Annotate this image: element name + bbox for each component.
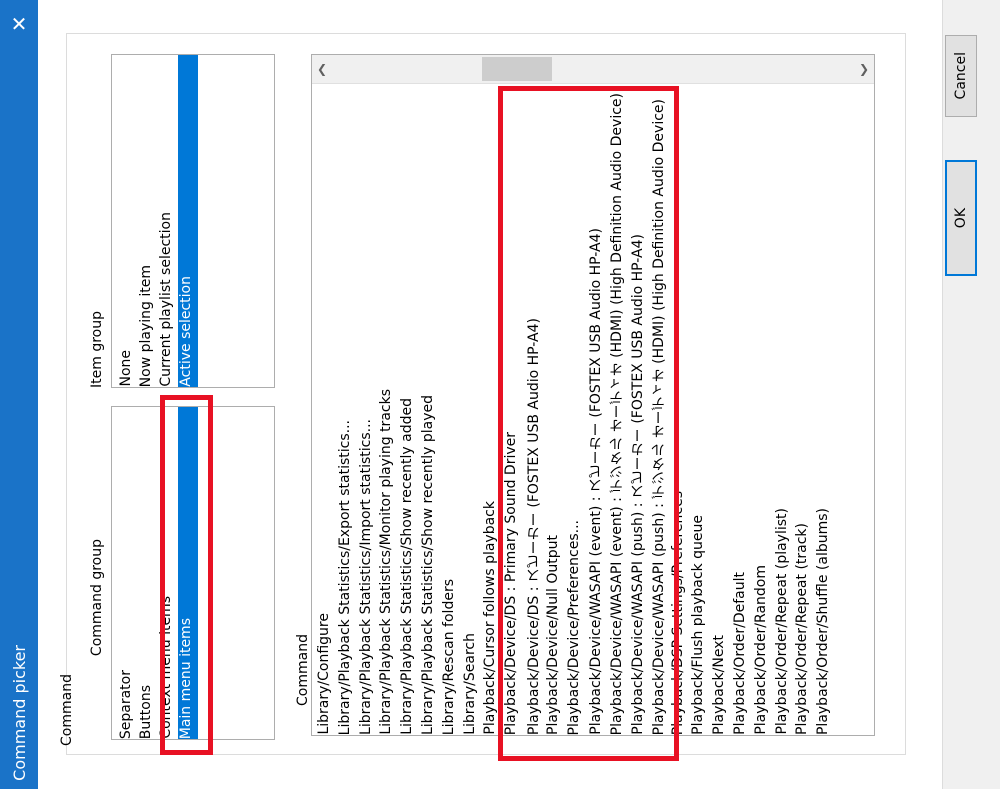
item-group-option-label: Current playlist selection [158,212,174,387]
command-list-item-label: Library/Playback Statistics/Import stati… [357,419,374,735]
command-list-label: Command [295,634,311,706]
command-list-item-label: Playback/Order/Repeat (track) [794,523,811,735]
item-group-option-label: Active selection [178,276,194,387]
command-list-item-label: Playback/Order/Random [752,565,769,735]
button-panel: Cancel OK [942,0,1000,789]
highlight-box-command-group [160,395,213,755]
cancel-button[interactable]: Cancel [945,35,977,117]
item-group-option[interactable]: Active selection [178,55,198,387]
section-label: Command [59,674,75,746]
command-list-item[interactable]: Library/Playback Statistics/Show recentl… [399,83,419,735]
command-group-label: Command group [89,538,105,656]
title-bar: ✕ Command picker [0,0,38,789]
command-list-item-label: Library/Playback Statistics/Export stati… [336,419,353,735]
item-group-label: Item group [89,311,105,388]
command-list-item-label: Library/Rescan folders [440,578,457,735]
window-title: Command picker [10,645,29,781]
command-list-item[interactable]: Library/Playback Statistics/Import stati… [358,83,378,735]
command-list-item-label: Playback/Cursor follows playback [482,501,499,735]
command-list-item-label: Playback/Flush playback queue [690,515,707,735]
item-group-option[interactable]: None [118,55,138,387]
command-list-item-label: Playback/Order/Shuffle (albums) [815,507,832,735]
command-list-item[interactable]: Playback/Next [711,83,731,735]
command-group-option[interactable]: Buttons [138,407,158,739]
command-list-item[interactable]: Playback/Order/Shuffle (albums) [815,83,835,735]
command-list-item[interactable]: Library/Playback Statistics/Show recentl… [420,83,440,735]
ok-button-label: OK [953,207,969,229]
command-list-item-label: Playback/Next [711,635,728,735]
dialog-content: Command Command group Separator Buttons Co… [38,0,1000,789]
item-group-option[interactable]: Current playlist selection [158,55,178,387]
command-group-option-label: Separator [118,669,134,739]
command-list-item[interactable]: Playback/Order/Repeat (playlist) [774,83,794,735]
item-group-list[interactable]: None Now playing item Current playlist sel… [111,54,275,388]
horizontal-scrollbar[interactable]: ❮ ❯ [312,55,874,84]
command-list-item[interactable]: Playback/Order/Random [753,83,773,735]
command-list-item[interactable]: Library/Playback Statistics/Export stati… [337,83,357,735]
item-group-option-label: None [118,350,134,387]
chevron-right-icon[interactable]: ❯ [854,55,874,83]
item-group-option-label: Now playing item [138,264,154,387]
close-icon[interactable]: ✕ [7,12,31,36]
item-group-option[interactable]: Now playing item [138,55,158,387]
command-list-item[interactable]: Playback/Order/Repeat (track) [794,83,814,735]
highlight-box-device-commands [498,86,679,761]
command-list-item[interactable]: Playback/Order/Default [732,83,752,735]
chevron-left-icon[interactable]: ❮ [312,55,332,83]
command-list-item[interactable]: Library/Rescan folders [441,83,461,735]
command-list-item-label: Playback/Order/Default [732,572,748,735]
command-list-item-label: Library/Search [461,633,478,735]
command-list-item[interactable]: Playback/Flush playback queue [690,83,710,735]
command-list-item-label: Playback/Order/Repeat (playlist) [773,508,790,735]
cancel-button-label: Cancel [953,52,969,100]
command-group-option[interactable]: Separator [118,407,138,739]
command-list-item[interactable]: Library/Search [462,83,482,735]
command-list-item[interactable]: Library/Configure [316,83,336,735]
command-list-item-label: Library/Configure [316,613,332,735]
ok-button[interactable]: OK [945,160,977,276]
scrollbar-thumb[interactable] [482,57,552,81]
command-list-item[interactable]: Library/Playback Statistics/Monitor play… [378,83,398,735]
command-group-option-label: Buttons [138,684,154,739]
command-list-item-label: Library/Playback Statistics/Show recentl… [399,398,416,735]
command-list-item-label: Library/Playback Statistics/Show recentl… [420,394,436,735]
command-list-item-label: Library/Playback Statistics/Monitor play… [378,389,395,735]
